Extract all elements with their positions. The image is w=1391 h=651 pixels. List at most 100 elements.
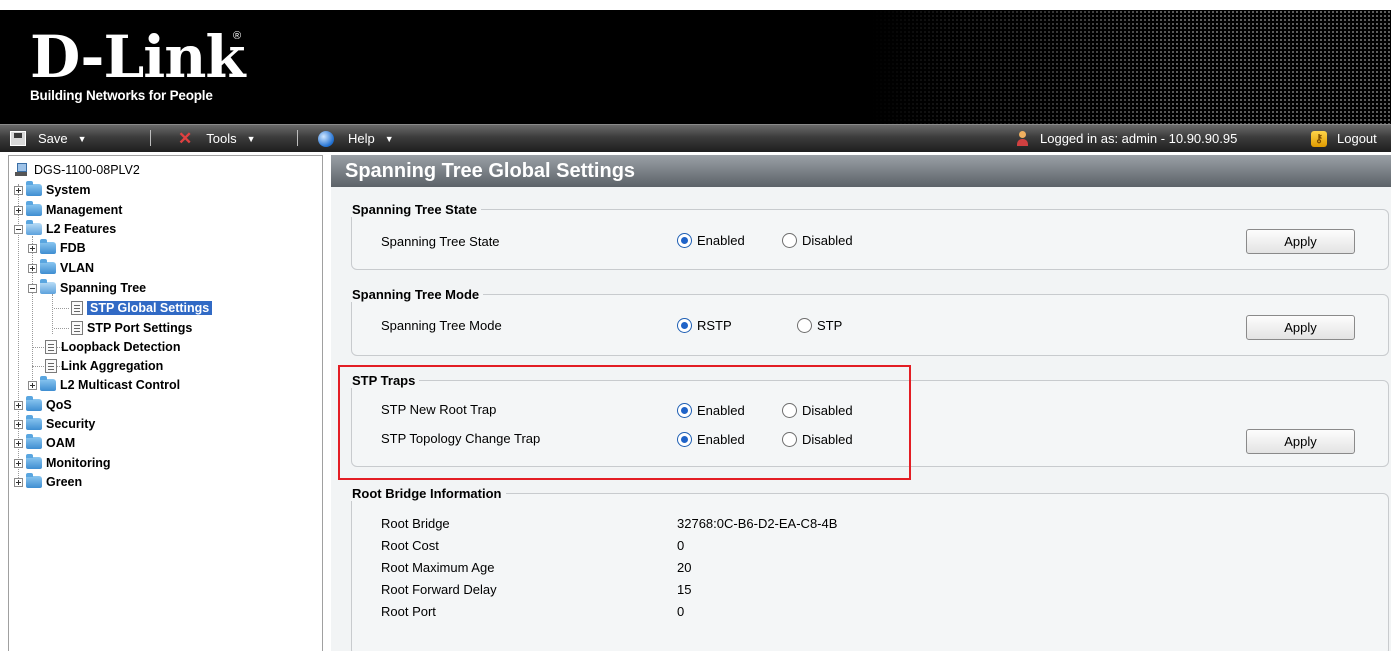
folder-icon [26,415,42,430]
new-root-trap-enabled-radio[interactable]: Enabled [677,403,745,418]
tree-item-oam[interactable]: OAM [14,434,75,452]
expand-plus-icon[interactable] [28,263,37,273]
tree-guide-line [54,308,69,309]
tree-item-green[interactable]: Green [14,473,82,491]
tree-item-label: L2 Features [46,222,117,236]
tree-item-l2-multicast-control[interactable]: L2 Multicast Control [28,376,180,394]
radio-label: STP [817,318,843,333]
expand-plus-icon[interactable] [28,243,37,253]
tree-item-security[interactable]: Security [14,415,95,433]
expand-plus-icon[interactable] [14,438,23,448]
expand-plus-icon[interactable] [14,458,23,468]
folder-icon [40,239,56,254]
new-root-trap-disabled-radio[interactable]: Disabled [782,403,853,418]
expand-plus-icon[interactable] [14,400,23,410]
radio-label: Disabled [802,432,853,447]
stp-state-disabled-radio[interactable]: Disabled [782,233,853,248]
tree-item-label: Management [46,203,123,217]
logo-registered-mark: ® [233,30,242,42]
root-forward-delay-label: Root Forward Delay [381,582,497,597]
stp-state-label: Spanning Tree State [381,234,500,249]
topology-trap-enabled-radio[interactable]: Enabled [677,432,745,447]
key-icon: ⚷ [1311,130,1327,147]
tree-item-system[interactable]: System [14,181,90,199]
tree-item-stp-port-settings[interactable]: STP Port Settings [71,319,192,337]
switch-device-icon [15,163,29,177]
expand-plus-icon[interactable] [14,185,23,195]
root-bridge-label: Root Bridge [381,516,450,531]
tools-icon: ✕ [178,129,193,148]
folder-open-icon [26,220,42,235]
expand-plus-icon[interactable] [14,419,23,429]
tools-menu-label: Tools [206,131,237,146]
expand-plus-icon[interactable] [28,380,37,390]
tree-item-label: System [46,183,91,197]
tree-item-l2-features[interactable]: L2 Features [14,220,116,238]
stp-mode-stp-radio[interactable]: STP [797,318,842,333]
tree-root-device[interactable]: DGS-1100-08PLV2 [15,161,140,179]
radio-unselected-icon [782,233,797,248]
logout-button[interactable]: ⚷ Logout [1311,125,1377,152]
help-menu[interactable]: Help ▼ [318,125,394,152]
group-legend: Root Bridge Information [352,486,502,501]
tree-item-vlan[interactable]: VLAN [28,259,94,277]
apply-mode-button[interactable]: Apply [1246,315,1355,340]
tree-item-loopback-detection[interactable]: Loopback Detection [45,338,180,356]
tree-item-fdb[interactable]: FDB [28,239,86,257]
page-title: Spanning Tree Global Settings [331,155,1391,187]
tree-item-label: L2 Multicast Control [60,378,181,392]
menu-separator [297,130,298,146]
tools-menu[interactable]: ✕ Tools ▼ [178,125,256,152]
tree-item-label: FDB [60,241,86,255]
main-content: Spanning Tree Global Settings Spanning T… [331,155,1391,651]
save-menu[interactable]: Save ▼ [10,125,87,152]
group-legend: STP Traps [352,373,416,388]
radio-selected-icon [677,403,692,418]
tree-item-label: Green [46,475,83,489]
radio-selected-icon [677,318,692,333]
tree-item-qos[interactable]: QoS [14,396,72,414]
apply-state-button[interactable]: Apply [1246,229,1355,254]
root-cost-value: 0 [677,538,685,553]
stp-mode-rstp-radio[interactable]: RSTP [677,318,732,333]
folder-icon [26,434,42,449]
tree-item-monitoring[interactable]: Monitoring [14,454,111,472]
expand-plus-icon[interactable] [14,205,23,215]
logout-label: Logout [1337,131,1377,146]
root-bridge-value: 32768:0C-B6-D2-EA-C8-4B [677,516,838,531]
radio-label: RSTP [697,318,732,333]
save-menu-label: Save [38,131,68,146]
help-menu-label: Help [348,131,375,146]
dlink-logo: D-Link ® Building Networks for People [30,28,246,103]
header-banner: D-Link ® Building Networks for People [0,10,1391,124]
apply-traps-button[interactable]: Apply [1246,429,1355,454]
page-icon [45,340,57,354]
menu-separator [150,130,151,146]
root-forward-delay-value: 15 [677,582,692,597]
tree-item-label: VLAN [60,261,95,275]
header-dot-pattern [871,10,1391,124]
collapse-minus-icon[interactable] [14,224,23,234]
folder-icon [26,181,42,196]
tree-item-link-aggregation[interactable]: Link Aggregation [45,357,163,375]
tree-item-label: Link Aggregation [61,359,164,373]
tree-item-label-selected: STP Global Settings [87,301,213,315]
tree-item-spanning-tree[interactable]: Spanning Tree [28,279,146,297]
radio-selected-icon [677,233,692,248]
tree-item-label: Spanning Tree [60,281,147,295]
chevron-down-icon: ▼ [246,133,256,144]
folder-icon [26,396,42,411]
root-port-value: 0 [677,604,685,619]
tree-item-stp-global-settings[interactable]: STP Global Settings [71,299,213,317]
topology-trap-disabled-radio[interactable]: Disabled [782,432,853,447]
collapse-minus-icon[interactable] [28,283,37,293]
chevron-down-icon: ▼ [384,133,394,144]
expand-plus-icon[interactable] [14,477,23,487]
stp-state-enabled-radio[interactable]: Enabled [677,233,745,248]
stp-state-group: Spanning Tree State Spanning Tree State … [351,202,1389,270]
stp-mode-group: Spanning Tree Mode Spanning Tree Mode RS… [351,287,1389,356]
folder-icon [40,259,56,274]
tree-item-management[interactable]: Management [14,201,122,219]
radio-unselected-icon [797,318,812,333]
radio-label: Disabled [802,233,853,248]
